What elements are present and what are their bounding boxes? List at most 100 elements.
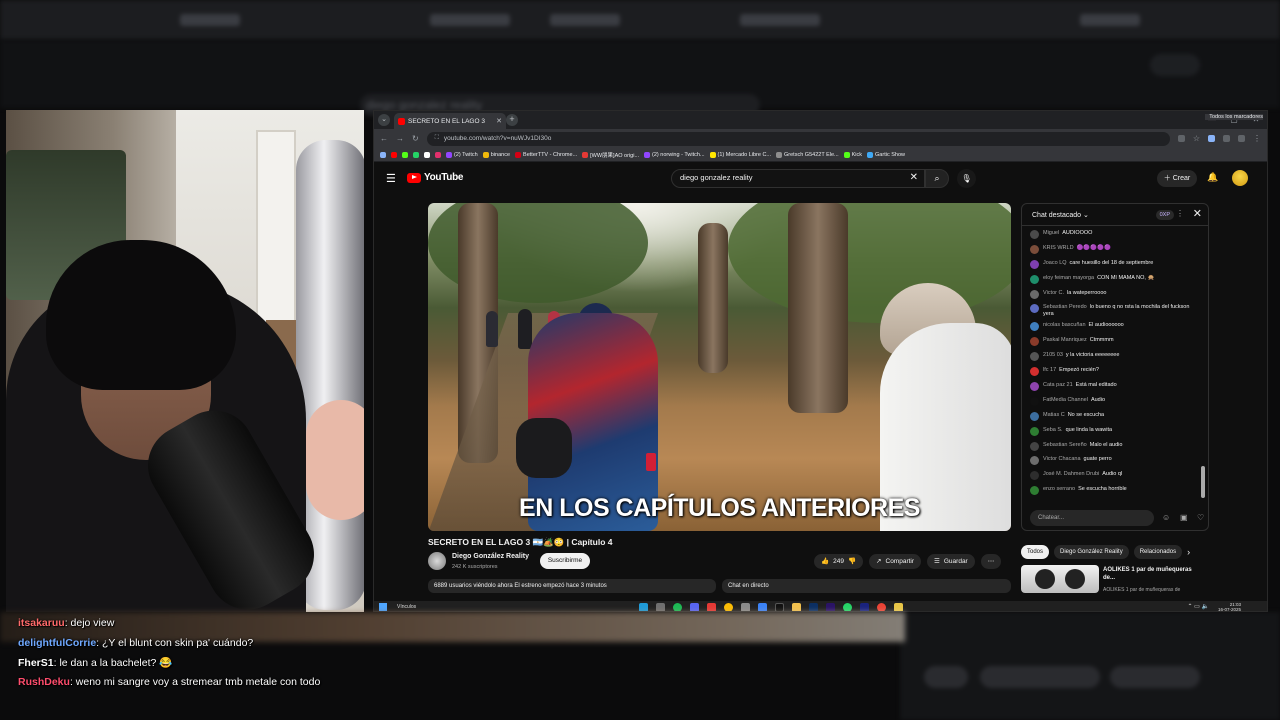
photoshop-icon[interactable]	[809, 603, 818, 611]
chat-author[interactable]: Matias C	[1043, 412, 1065, 418]
chat-mode-dropdown[interactable]: Chat destacado ⌄	[1032, 211, 1089, 219]
chat-avatar[interactable]	[1030, 322, 1039, 332]
recommendation-title[interactable]: AOLIKES 1 par de muñequeras de...	[1103, 567, 1203, 582]
clear-search-icon[interactable]: ✕	[910, 172, 918, 183]
chat-avatar[interactable]	[1030, 289, 1039, 299]
bookmark-icon-whatsapp[interactable]	[413, 151, 419, 158]
create-button[interactable]: ＋ Crear	[1157, 170, 1197, 187]
chat-author[interactable]: Victor C.	[1043, 290, 1064, 296]
chat-author[interactable]: eloy feiman mayorga	[1043, 275, 1094, 281]
save-button[interactable]: ☰ Guardar	[927, 554, 975, 569]
app-icon[interactable]	[758, 603, 767, 611]
bookmark-item[interactable]: (2) Twitch	[446, 151, 478, 158]
address-bar[interactable]: ⛶ youtube.com/watch?v=nuWJv1DI30o	[426, 131, 1170, 146]
app-icon[interactable]	[741, 603, 750, 611]
heart-icon[interactable]: ♡	[1197, 513, 1204, 522]
bookmark-icon-instagram[interactable]	[435, 151, 441, 158]
chat-avatar[interactable]	[1030, 396, 1039, 406]
chat-author[interactable]: Victor Chacana	[1043, 456, 1081, 462]
install-icon[interactable]	[1177, 135, 1185, 142]
bookmark-item[interactable]: binance	[482, 151, 510, 158]
chat-avatar[interactable]	[1030, 244, 1039, 254]
profile-icon[interactable]	[1238, 135, 1245, 142]
chat-author[interactable]: lfc 17	[1043, 367, 1056, 373]
tab-youtube[interactable]: SECRETO EN EL LAGO 3 ✕	[394, 113, 506, 129]
bookmark-item[interactable]: (2) norwing - Twitch...	[644, 151, 705, 158]
forward-icon[interactable]: →	[396, 134, 404, 143]
chat-avatar[interactable]	[1030, 274, 1039, 284]
youtube-logo[interactable]: YouTube	[407, 172, 464, 183]
site-info-icon[interactable]: ⛶	[435, 135, 439, 142]
chat-author[interactable]: enzo serrano	[1043, 486, 1075, 492]
chat-author[interactable]: Joaco LQ	[1043, 260, 1067, 266]
menu-dots-icon[interactable]: ⋮	[1253, 134, 1261, 143]
obs-icon[interactable]	[656, 603, 665, 611]
premiere-icon[interactable]	[826, 603, 835, 611]
chat-author[interactable]: KRIS WRLD	[1043, 245, 1074, 251]
live-chat-toggle[interactable]: Chat en directo	[722, 579, 1011, 593]
bookmark-item[interactable]: (1) Mercado Libre C...	[709, 151, 771, 158]
share-button[interactable]: ↗ Compartir	[869, 554, 922, 569]
search-icon[interactable]: ⌕	[925, 169, 949, 188]
hamburger-menu-icon[interactable]: ☰	[386, 172, 396, 185]
extension-icon[interactable]	[1208, 135, 1215, 142]
steam-icon[interactable]	[639, 603, 648, 611]
back-icon[interactable]: ←	[380, 134, 388, 143]
chip-1[interactable]: Diego González Reality	[1054, 545, 1129, 559]
chat-avatar[interactable]	[1030, 471, 1039, 481]
chat-scrollbar[interactable]	[1201, 466, 1205, 498]
subscribe-button[interactable]: Suscribirme	[540, 553, 590, 569]
windows-start-icon[interactable]	[379, 603, 387, 611]
chat-avatar[interactable]	[1030, 367, 1039, 377]
thumbs-down-icon[interactable]: 👎	[848, 554, 856, 569]
video-player[interactable]: EN LOS CAPÍTULOS ANTERIORES	[428, 203, 1011, 531]
chips-next-icon[interactable]: ›	[1187, 547, 1190, 557]
microphone-icon[interactable]: 🎙	[957, 169, 976, 188]
chip-0[interactable]: Todos	[1021, 545, 1050, 559]
chat-avatar[interactable]	[1030, 486, 1039, 496]
app-icon[interactable]	[894, 603, 903, 611]
taskbar-links[interactable]: Vínculos	[397, 604, 416, 610]
youtube-search-input[interactable]: diego gonzalez reality ✕	[671, 169, 925, 188]
like-button[interactable]: 👍 249 👎	[814, 554, 864, 569]
bookmark-icon-kick[interactable]	[402, 151, 408, 158]
system-tray[interactable]: ⌃ ▭ 🔈	[1187, 603, 1209, 610]
chat-close-icon[interactable]: ✕	[1193, 207, 1202, 220]
reload-icon[interactable]: ↻	[412, 134, 419, 143]
file-explorer-icon[interactable]	[792, 603, 801, 611]
bookmark-item[interactable]: [WW朋果]AO origi...	[582, 151, 639, 159]
chat-author[interactable]: 2105 03	[1043, 352, 1063, 358]
extensions-puzzle-icon[interactable]	[1223, 135, 1230, 142]
apps-icon[interactable]	[380, 151, 386, 158]
chat-author[interactable]: Sebastian Peredo	[1043, 304, 1087, 310]
chat-author[interactable]: Seba S.	[1043, 427, 1063, 433]
tab-search-icon[interactable]: ⌄	[378, 114, 390, 126]
tiktok-icon[interactable]	[775, 603, 784, 611]
chat-avatar[interactable]	[1030, 441, 1039, 451]
bookmark-item[interactable]: Gartic Show	[867, 151, 905, 158]
chat-author[interactable]: Sebastian Sereño	[1043, 442, 1087, 448]
chat-avatar[interactable]	[1030, 259, 1039, 269]
gift-icon[interactable]: ▣	[1180, 513, 1188, 522]
chat-avatar[interactable]	[1030, 337, 1039, 347]
bookmark-icon-youtube[interactable]	[391, 151, 397, 158]
all-bookmarks-link[interactable]: Todos los marcadores	[1205, 114, 1263, 120]
chat-input[interactable]: Chatear...	[1030, 510, 1154, 526]
spotify-icon[interactable]	[673, 603, 682, 611]
chat-avatar[interactable]	[1030, 304, 1039, 314]
chrome-icon[interactable]	[724, 603, 733, 611]
account-avatar[interactable]	[1232, 170, 1248, 186]
chat-author[interactable]: nicolas bascuñan	[1043, 322, 1086, 328]
xp-badge[interactable]: 0XP	[1155, 210, 1174, 220]
chrome-icon[interactable]	[877, 603, 886, 611]
app-icon[interactable]	[707, 603, 716, 611]
new-tab-icon[interactable]: +	[506, 114, 518, 126]
bookmark-item[interactable]: Kick	[843, 151, 862, 158]
chat-more-icon[interactable]: ⋮	[1176, 209, 1184, 218]
chat-author[interactable]: Miguel	[1043, 230, 1059, 236]
whatsapp-icon[interactable]	[843, 603, 852, 611]
chat-avatar[interactable]	[1030, 382, 1039, 391]
channel-name[interactable]: Diego González Reality	[452, 553, 529, 560]
chat-avatar[interactable]	[1030, 352, 1039, 362]
more-actions-icon[interactable]: ⋯	[980, 554, 1002, 569]
